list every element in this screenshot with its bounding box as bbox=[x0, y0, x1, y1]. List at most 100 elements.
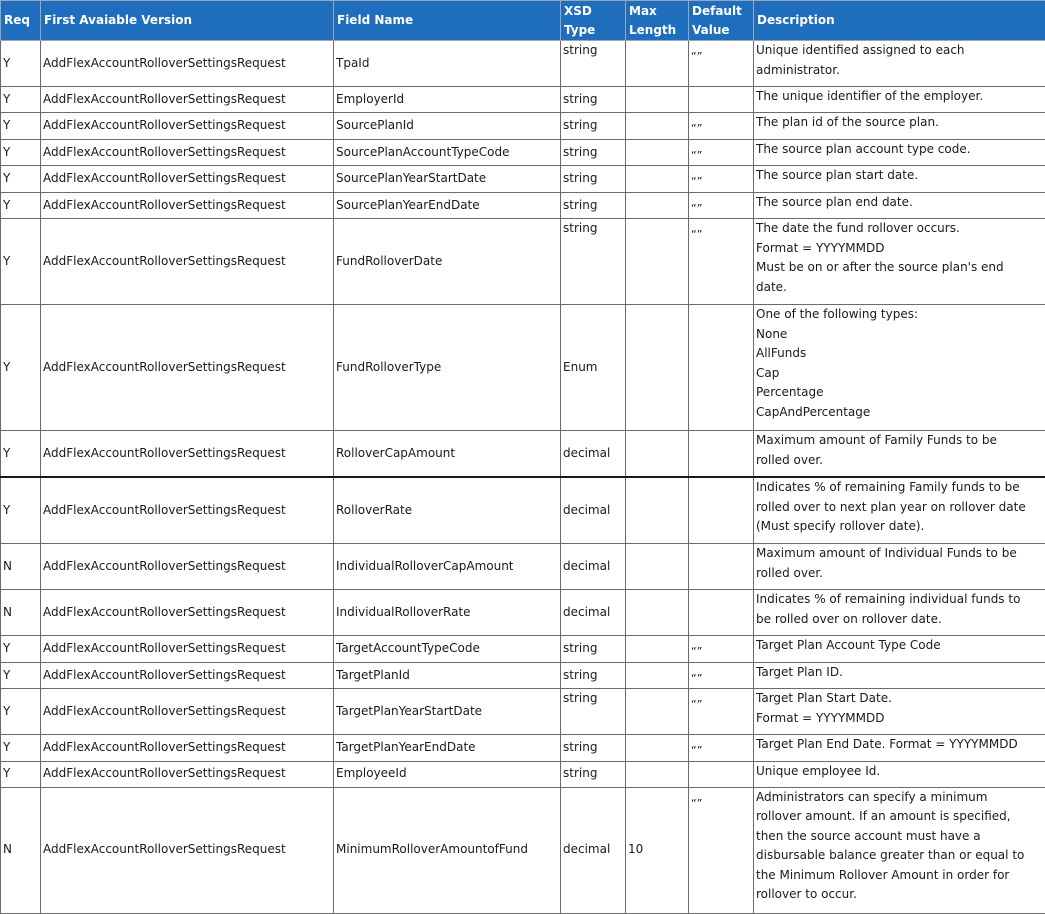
header-field-name: Field Name bbox=[334, 1, 561, 41]
table-row: YAddFlexAccountRolloverSettingsRequestSo… bbox=[1, 192, 1045, 219]
description-line: CapAndPercentage bbox=[756, 403, 1043, 423]
req-cell: Y bbox=[1, 689, 41, 735]
req-cell: Y bbox=[1, 761, 41, 787]
first-version-cell: AddFlexAccountRolloverSettingsRequest bbox=[41, 662, 334, 689]
field-name-cell: TargetPlanId bbox=[334, 662, 561, 689]
default-value-cell bbox=[689, 305, 754, 431]
req-cell: Y bbox=[1, 41, 41, 87]
header-max-length: Max Length bbox=[626, 1, 689, 41]
default-value-cell bbox=[689, 87, 754, 113]
max-length-cell bbox=[626, 41, 689, 87]
description-cell: One of the following types:NoneAllFundsC… bbox=[754, 305, 1045, 431]
description-cell: Target Plan Start Date.Format = YYYYMMDD bbox=[754, 689, 1045, 735]
max-length-cell bbox=[626, 590, 689, 636]
default-value-cell bbox=[689, 431, 754, 478]
header-default-value-line2: Value bbox=[692, 21, 750, 40]
first-version-cell: AddFlexAccountRolloverSettingsRequest bbox=[41, 761, 334, 787]
description-cell: The unique identifier of the employer. bbox=[754, 87, 1045, 113]
table-row: YAddFlexAccountRolloverSettingsRequestEm… bbox=[1, 87, 1045, 113]
description-line: rolled over. bbox=[756, 564, 1043, 584]
req-cell: N bbox=[1, 787, 41, 913]
description-line: disbursable balance greater than or equa… bbox=[756, 846, 1043, 866]
description-line: Administrators can specify a minimum bbox=[756, 788, 1043, 808]
max-length-cell bbox=[626, 544, 689, 590]
default-value-cell: “” bbox=[689, 636, 754, 663]
xsd-type-cell: string bbox=[561, 735, 626, 762]
field-name-cell: SourcePlanYearStartDate bbox=[334, 166, 561, 193]
first-version-cell: AddFlexAccountRolloverSettingsRequest bbox=[41, 590, 334, 636]
description-cell: The source plan account type code. bbox=[754, 139, 1045, 166]
field-name-cell: TargetPlanYearEndDate bbox=[334, 735, 561, 762]
header-default-value-line1: Default bbox=[692, 2, 750, 21]
field-name-cell: FundRolloverDate bbox=[334, 219, 561, 305]
field-name-cell: RolloverRate bbox=[334, 477, 561, 544]
description-line: Format = YYYYMMDD bbox=[756, 709, 1043, 729]
table-row: YAddFlexAccountRolloverSettingsRequestSo… bbox=[1, 166, 1045, 193]
req-cell: Y bbox=[1, 431, 41, 478]
header-first-version: First Avaiable Version bbox=[41, 1, 334, 41]
default-value-cell: “” bbox=[689, 689, 754, 735]
default-value-cell: “” bbox=[689, 166, 754, 193]
table-row: YAddFlexAccountRolloverSettingsRequestTa… bbox=[1, 636, 1045, 663]
field-spec-table: Req First Avaiable Version Field Name XS… bbox=[0, 0, 1045, 914]
table-row: NAddFlexAccountRolloverSettingsRequestIn… bbox=[1, 590, 1045, 636]
description-cell: Target Plan Account Type Code bbox=[754, 636, 1045, 663]
default-value-cell: “” bbox=[689, 735, 754, 762]
field-name-cell: SourcePlanAccountTypeCode bbox=[334, 139, 561, 166]
first-version-cell: AddFlexAccountRolloverSettingsRequest bbox=[41, 735, 334, 762]
xsd-type-cell: decimal bbox=[561, 431, 626, 478]
first-version-cell: AddFlexAccountRolloverSettingsRequest bbox=[41, 689, 334, 735]
description-line: The date the fund rollover occurs. bbox=[756, 219, 1043, 239]
table-row: YAddFlexAccountRolloverSettingsRequestFu… bbox=[1, 219, 1045, 305]
max-length-cell bbox=[626, 305, 689, 431]
description-line: Must be on or after the source plan's en… bbox=[756, 258, 1043, 278]
first-version-cell: AddFlexAccountRolloverSettingsRequest bbox=[41, 477, 334, 544]
req-cell: Y bbox=[1, 636, 41, 663]
field-name-cell: IndividualRolloverCapAmount bbox=[334, 544, 561, 590]
header-default-value: Default Value bbox=[689, 1, 754, 41]
description-line: rolled over. bbox=[756, 451, 1043, 471]
table-row: YAddFlexAccountRolloverSettingsRequestRo… bbox=[1, 477, 1045, 544]
req-cell: Y bbox=[1, 219, 41, 305]
field-name-cell: MinimumRolloverAmountofFund bbox=[334, 787, 561, 913]
req-cell: Y bbox=[1, 477, 41, 544]
description-line: The source plan account type code. bbox=[756, 140, 1043, 160]
description-line: (Must specify rollover date). bbox=[756, 517, 1043, 537]
table-row: YAddFlexAccountRolloverSettingsRequestSo… bbox=[1, 139, 1045, 166]
table-row: YAddFlexAccountRolloverSettingsRequestTp… bbox=[1, 41, 1045, 87]
xsd-type-cell: string bbox=[561, 192, 626, 219]
description-line: Unique identified assigned to each bbox=[756, 41, 1043, 61]
req-cell: N bbox=[1, 544, 41, 590]
default-value-cell: “” bbox=[689, 219, 754, 305]
req-cell: Y bbox=[1, 113, 41, 140]
max-length-cell bbox=[626, 87, 689, 113]
field-name-cell: RolloverCapAmount bbox=[334, 431, 561, 478]
req-cell: Y bbox=[1, 662, 41, 689]
first-version-cell: AddFlexAccountRolloverSettingsRequest bbox=[41, 192, 334, 219]
default-value-cell: “” bbox=[689, 662, 754, 689]
xsd-type-cell: string bbox=[561, 689, 626, 735]
max-length-cell bbox=[626, 636, 689, 663]
description-line: Indicates % of remaining Family funds to… bbox=[756, 478, 1043, 498]
first-version-cell: AddFlexAccountRolloverSettingsRequest bbox=[41, 219, 334, 305]
header-req: Req bbox=[1, 1, 41, 41]
xsd-type-cell: decimal bbox=[561, 544, 626, 590]
first-version-cell: AddFlexAccountRolloverSettingsRequest bbox=[41, 787, 334, 913]
description-line: The source plan end date. bbox=[756, 193, 1043, 213]
max-length-cell: 10 bbox=[626, 787, 689, 913]
req-cell: Y bbox=[1, 305, 41, 431]
xsd-type-cell: string bbox=[561, 636, 626, 663]
description-cell: Target Plan ID. bbox=[754, 662, 1045, 689]
req-cell: Y bbox=[1, 87, 41, 113]
first-version-cell: AddFlexAccountRolloverSettingsRequest bbox=[41, 41, 334, 87]
default-value-cell: “” bbox=[689, 41, 754, 87]
description-cell: Administrators can specify a minimumroll… bbox=[754, 787, 1045, 913]
max-length-cell bbox=[626, 689, 689, 735]
description-line: The plan id of the source plan. bbox=[756, 113, 1043, 133]
req-cell: Y bbox=[1, 735, 41, 762]
first-version-cell: AddFlexAccountRolloverSettingsRequest bbox=[41, 113, 334, 140]
description-line: Unique employee Id. bbox=[756, 762, 1043, 782]
req-cell: N bbox=[1, 590, 41, 636]
xsd-type-cell: string bbox=[561, 761, 626, 787]
description-line: Percentage bbox=[756, 383, 1043, 403]
